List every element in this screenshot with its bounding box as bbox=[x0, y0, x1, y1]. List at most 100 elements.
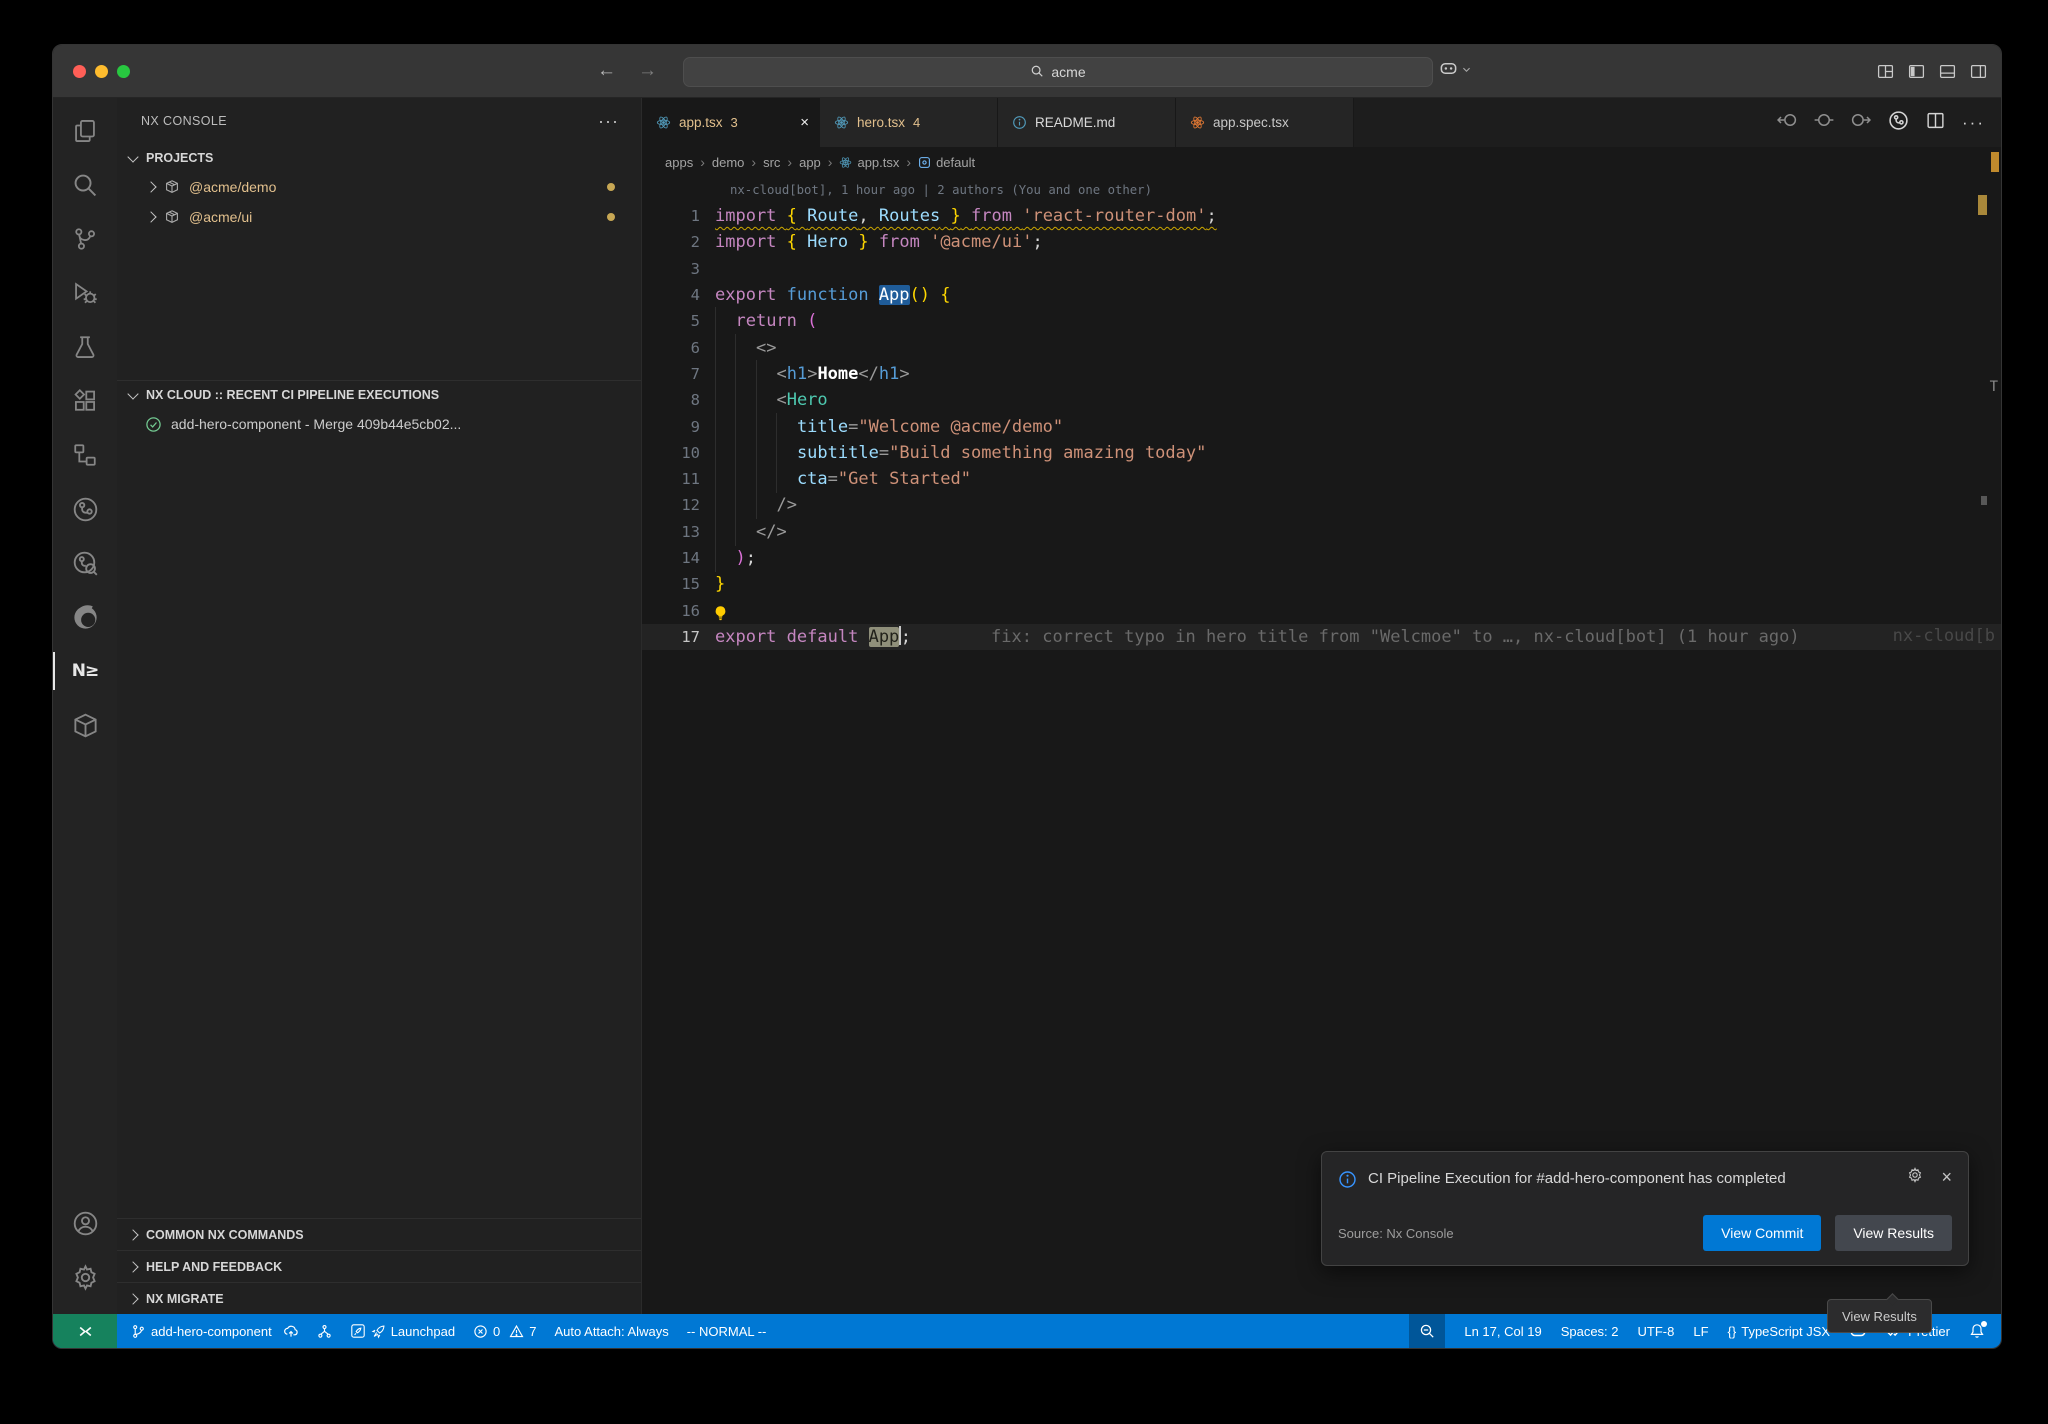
tab-label: app.spec.tsx bbox=[1213, 115, 1289, 130]
code-line-5[interactable]: 5 return ( bbox=[642, 308, 2001, 334]
project-name: @acme/ui bbox=[189, 209, 598, 225]
zoom-indicator[interactable] bbox=[1409, 1314, 1445, 1348]
chevron-down-icon bbox=[127, 388, 138, 399]
quick-fix-lightbulb-icon[interactable] bbox=[712, 605, 729, 626]
code-line-14[interactable]: 14 ); bbox=[642, 545, 2001, 571]
toggle-secondary-sidebar-icon[interactable] bbox=[1970, 63, 1987, 80]
code-line-4[interactable]: 4export function App() { bbox=[642, 282, 2001, 308]
section-nx-cloud[interactable]: NX CLOUD :: RECENT CI PIPELINE EXECUTION… bbox=[117, 381, 641, 409]
project-item-acme-demo[interactable]: @acme/demo bbox=[117, 172, 641, 202]
code-line-16[interactable]: 16 bbox=[642, 597, 2001, 623]
customize-layout-icon[interactable] bbox=[1877, 63, 1894, 80]
code-line-2[interactable]: 2import { Hero } from '@acme/ui'; bbox=[642, 229, 2001, 255]
search-icon[interactable] bbox=[53, 158, 117, 212]
run-and-debug-icon[interactable] bbox=[53, 266, 117, 320]
more-actions-icon[interactable]: ··· bbox=[598, 116, 619, 126]
view-results-tooltip: View Results bbox=[1827, 1299, 1932, 1333]
auto-attach-item[interactable]: Auto Attach: Always bbox=[555, 1324, 669, 1339]
code-line-17[interactable]: 17export default App;fix: correct typo i… bbox=[642, 624, 2001, 650]
command-center-search[interactable]: acme bbox=[683, 57, 1433, 87]
tab-bar: app.tsx 3 × hero.tsx 4 README.md app.spe… bbox=[642, 98, 2001, 147]
code-line-7[interactable]: 7 <h1>Home</h1> bbox=[642, 361, 2001, 387]
testing-icon[interactable] bbox=[53, 320, 117, 374]
explorer-icon[interactable] bbox=[53, 104, 117, 158]
code-line-13[interactable]: 13 </> bbox=[642, 519, 2001, 545]
chevron-down-icon bbox=[127, 151, 138, 162]
code-editor[interactable]: nx-cloud[bot], 1 hour ago | 2 authors (Y… bbox=[642, 177, 2001, 1314]
breadcrumb-symbol-default[interactable]: default bbox=[918, 155, 975, 170]
close-icon[interactable]: × bbox=[1941, 1167, 1952, 1188]
gitlens-current-icon[interactable] bbox=[1814, 110, 1834, 135]
notification-message: CI Pipeline Execution for #add-hero-comp… bbox=[1368, 1167, 1800, 1191]
git-branch-item[interactable]: add-hero-component bbox=[131, 1323, 299, 1339]
encoding-item[interactable]: UTF-8 bbox=[1638, 1324, 1675, 1339]
package-icon bbox=[164, 179, 180, 195]
edge-browser-icon[interactable] bbox=[53, 590, 117, 644]
close-icon[interactable]: × bbox=[800, 114, 809, 131]
breadcrumb-demo[interactable]: demo bbox=[712, 155, 745, 170]
settings-gear-icon[interactable] bbox=[53, 1250, 117, 1304]
remote-indicator[interactable] bbox=[53, 1314, 117, 1348]
vim-mode-item[interactable]: -- NORMAL -- bbox=[687, 1324, 767, 1339]
launchpad-item[interactable]: Launchpad bbox=[350, 1323, 455, 1339]
tab-app-spec-tsx[interactable]: app.spec.tsx bbox=[1176, 98, 1354, 147]
section-help-and-feedback[interactable]: HELP AND FEEDBACK bbox=[117, 1250, 641, 1282]
code-line-15[interactable]: 15} bbox=[642, 571, 2001, 597]
history-forward-icon[interactable]: → bbox=[638, 60, 657, 82]
code-line-6[interactable]: 6 <> bbox=[642, 334, 2001, 360]
code-line-8[interactable]: 8 <Hero bbox=[642, 387, 2001, 413]
view-commit-button[interactable]: View Commit bbox=[1703, 1215, 1821, 1251]
zoom-out-icon bbox=[1419, 1323, 1435, 1339]
project-item-acme-ui[interactable]: @acme/ui bbox=[117, 202, 641, 232]
tab-app-tsx[interactable]: app.tsx 3 × bbox=[642, 98, 820, 147]
more-actions-icon[interactable]: ··· bbox=[1962, 113, 1985, 133]
tab-hero-tsx[interactable]: hero.tsx 4 bbox=[820, 98, 998, 147]
nx-inspect-icon[interactable] bbox=[53, 536, 117, 590]
breadcrumb-app[interactable]: app bbox=[799, 155, 821, 170]
accounts-icon[interactable] bbox=[53, 1196, 117, 1250]
breadcrumb-file[interactable]: app.tsx bbox=[839, 155, 899, 170]
breadcrumb-src[interactable]: src bbox=[763, 155, 780, 170]
status-bar: add-hero-component Launchpad 0 7 bbox=[53, 1314, 2001, 1348]
section-nx-migrate[interactable]: NX MIGRATE bbox=[117, 1282, 641, 1314]
source-control-icon[interactable] bbox=[53, 212, 117, 266]
code-line-11[interactable]: 11 cta="Get Started" bbox=[642, 466, 2001, 492]
ci-pipeline-item[interactable]: add-hero-component - Merge 409b44e5cb02.… bbox=[117, 409, 641, 439]
indentation-item[interactable]: Spaces: 2 bbox=[1561, 1324, 1619, 1339]
history-back-icon[interactable]: ← bbox=[597, 60, 616, 82]
toggle-panel-icon[interactable] bbox=[1939, 63, 1956, 80]
notification-settings-gear-icon[interactable] bbox=[1907, 1167, 1923, 1188]
code-line-12[interactable]: 12 /> bbox=[642, 492, 2001, 518]
breadcrumb-apps[interactable]: apps bbox=[665, 155, 693, 170]
section-projects[interactable]: PROJECTS bbox=[117, 144, 641, 172]
eol-item[interactable]: LF bbox=[1693, 1324, 1708, 1339]
nx-console-icon[interactable]: N≥ bbox=[53, 644, 117, 698]
commit-graph-button[interactable] bbox=[317, 1324, 332, 1339]
notifications-bell-icon[interactable] bbox=[1969, 1323, 1985, 1339]
extensions-icon[interactable] bbox=[53, 374, 117, 428]
toggle-primary-sidebar-icon[interactable] bbox=[1908, 63, 1925, 80]
code-line-9[interactable]: 9 title="Welcome @acme/demo" bbox=[642, 413, 2001, 439]
view-results-button[interactable]: View Results bbox=[1835, 1215, 1952, 1251]
close-window-button[interactable] bbox=[73, 65, 86, 78]
zoom-window-button[interactable] bbox=[117, 65, 130, 78]
nx-graph-icon[interactable] bbox=[53, 482, 117, 536]
minimize-window-button[interactable] bbox=[95, 65, 108, 78]
code-line-1[interactable]: 1import { Route, Routes } from 'react-ro… bbox=[642, 203, 2001, 229]
split-editor-icon[interactable] bbox=[1926, 111, 1945, 135]
gitlens-back-icon[interactable] bbox=[1777, 110, 1797, 135]
containers-icon[interactable] bbox=[53, 698, 117, 752]
code-line-10[interactable]: 10 subtitle="Build something amazing tod… bbox=[642, 440, 2001, 466]
code-line-3[interactable]: 3 bbox=[642, 256, 2001, 282]
cursor-position-item[interactable]: Ln 17, Col 19 bbox=[1464, 1324, 1541, 1339]
language-mode-item[interactable]: {} TypeScript JSX bbox=[1728, 1324, 1831, 1339]
activity-bar: N≥ bbox=[53, 98, 117, 1314]
gitlens-forward-icon[interactable] bbox=[1851, 110, 1871, 135]
commit-graph-icon[interactable] bbox=[1888, 110, 1909, 136]
copilot-menu[interactable] bbox=[1439, 57, 1472, 85]
sidebar-title: NX CONSOLE bbox=[141, 114, 227, 128]
problems-item[interactable]: 0 7 bbox=[473, 1324, 536, 1339]
section-common-nx-commands[interactable]: COMMON NX COMMANDS bbox=[117, 1218, 641, 1250]
tab-readme-md[interactable]: README.md bbox=[998, 98, 1176, 147]
project-structure-icon[interactable] bbox=[53, 428, 117, 482]
